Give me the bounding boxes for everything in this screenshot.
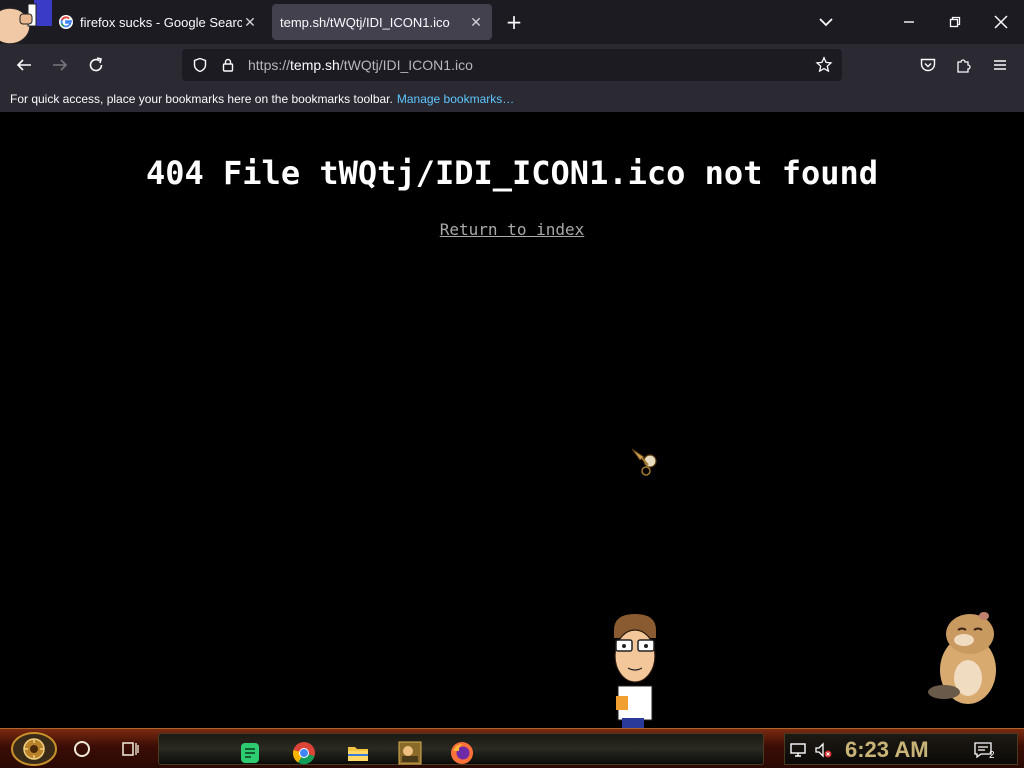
taskbar-apps-dock	[158, 733, 764, 765]
tab-title: temp.sh/tWQtj/IDI_ICON1.ico	[280, 14, 450, 30]
taskbar-clock[interactable]: 6:23 AM	[845, 737, 929, 763]
system-tray: 6:23 AM 2	[784, 733, 1018, 765]
bookmarks-hint-text: For quick access, place your bookmarks h…	[10, 92, 393, 106]
lock-icon[interactable]	[218, 55, 238, 75]
task-view-icon[interactable]	[118, 737, 142, 761]
tab-title: firefox sucks - Google Search	[80, 14, 242, 30]
cartoon-character-sticker	[614, 614, 656, 728]
cartoon-hand-decoration	[0, 0, 52, 44]
app-menu-button[interactable]	[986, 51, 1014, 79]
new-tab-button[interactable]: +	[502, 10, 526, 34]
bookmarks-toolbar: For quick access, place your bookmarks h…	[0, 86, 1024, 112]
address-bar[interactable]: https://temp.sh/tWQtj/IDI_ICON1.ico	[182, 49, 842, 81]
manage-bookmarks-link[interactable]: Manage bookmarks…	[397, 92, 514, 106]
return-link-text[interactable]: Return to index	[440, 220, 585, 239]
notes-app-icon[interactable]	[237, 740, 263, 766]
pocket-button[interactable]	[914, 51, 942, 79]
firefox-icon[interactable]	[449, 740, 475, 766]
back-arrow-icon	[16, 59, 31, 71]
url-scheme: https://	[248, 57, 291, 73]
hamburger-menu-icon	[994, 60, 1006, 70]
puzzle-icon	[957, 59, 971, 73]
chrome-icon[interactable]	[291, 740, 317, 766]
network-icon[interactable]	[789, 740, 809, 760]
restore-icon	[949, 16, 961, 28]
close-icon	[994, 15, 1008, 29]
forward-arrow-icon	[53, 59, 68, 71]
tracking-protection-shield-icon[interactable]	[190, 55, 210, 75]
steampunk-cursor-icon	[631, 448, 657, 476]
volume-muted-icon[interactable]	[813, 740, 833, 760]
taskbar: 6:23 AM 2	[0, 728, 1024, 768]
return-to-index-link[interactable]: Return to index	[0, 220, 1024, 239]
list-all-tabs-chevron-icon[interactable]	[814, 12, 838, 32]
notification-count: 2	[989, 750, 995, 761]
start-menu-icon[interactable]	[10, 731, 58, 767]
tab-temp-sh[interactable]: temp.sh/tWQtj/IDI_ICON1.ico ✕	[272, 4, 492, 40]
url-host: temp.sh	[290, 57, 340, 73]
pocket-icon	[920, 58, 936, 72]
tab-close-icon[interactable]: ✕	[468, 14, 484, 30]
extensions-button[interactable]	[950, 51, 978, 79]
restore-button[interactable]	[932, 0, 978, 44]
cortana-search-icon[interactable]	[70, 737, 94, 761]
back-button[interactable]	[10, 51, 38, 79]
hamster-sticker	[928, 612, 996, 704]
page-content: 404 File tWQtj/IDI_ICON1.ico not found R…	[0, 112, 1024, 728]
file-explorer-icon[interactable]	[345, 740, 371, 766]
url-path: /tWQtj/IDI_ICON1.ico	[339, 57, 473, 73]
game-app-icon[interactable]	[397, 740, 423, 766]
navigation-toolbar: https://temp.sh/tWQtj/IDI_ICON1.ico	[0, 44, 1024, 86]
reload-icon	[89, 57, 103, 72]
tab-strip: firefox sucks - Google Search ✕ temp.sh/…	[0, 0, 1024, 44]
close-window-button[interactable]	[978, 0, 1024, 44]
url-text[interactable]: https://temp.sh/tWQtj/IDI_ICON1.ico	[248, 57, 814, 73]
error-heading: 404 File tWQtj/IDI_ICON1.ico not found	[145, 154, 879, 192]
tab-google-search[interactable]: firefox sucks - Google Search ✕	[50, 4, 266, 40]
minimize-button[interactable]	[886, 0, 932, 44]
reload-button[interactable]	[82, 51, 110, 79]
bookmark-star-icon[interactable]	[814, 55, 834, 75]
forward-button[interactable]	[46, 51, 74, 79]
minimize-icon	[904, 21, 914, 23]
google-icon	[59, 15, 73, 29]
tab-close-icon[interactable]: ✕	[242, 14, 258, 30]
